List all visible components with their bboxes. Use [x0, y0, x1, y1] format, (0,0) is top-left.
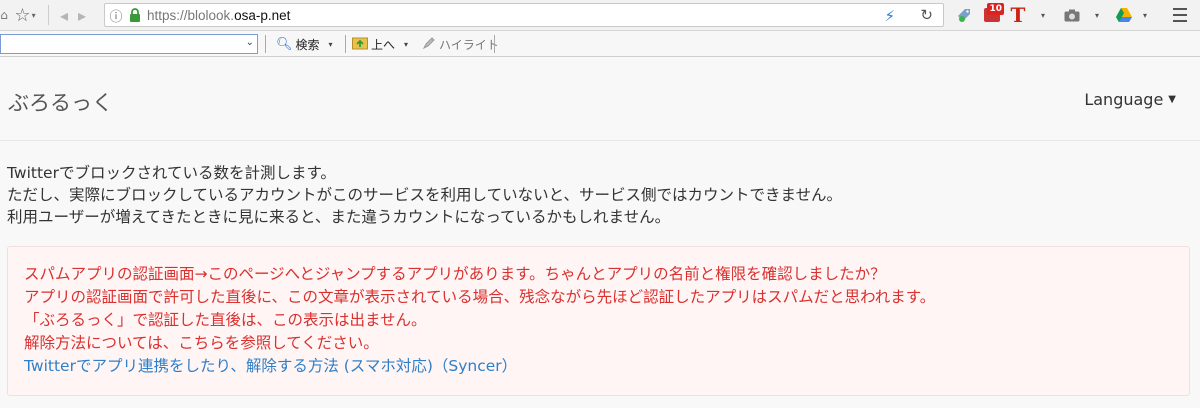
reload-icon[interactable]: ↻: [920, 6, 933, 24]
lock-icon[interactable]: [127, 7, 143, 23]
alert-line: 解除方法については、こちらを参照してください。: [24, 334, 379, 352]
chevron-down-icon[interactable]: ⌄: [246, 37, 254, 48]
bookmark-star-icon[interactable]: ☆ ▾: [8, 3, 42, 27]
intro-line: Twitterでブロックされている数を計測します。: [7, 164, 336, 182]
back-arrow-icon[interactable]: ◂: [55, 3, 73, 27]
language-dropdown[interactable]: Language ▼: [1084, 90, 1176, 109]
extension-t-icon[interactable]: T: [1008, 3, 1028, 27]
toolbar-divider: [345, 35, 346, 53]
lightning-icon[interactable]: ⚡: [884, 7, 895, 25]
alert-line: 「ぶろるっく」で認証した直後は、この表示は出ません。: [24, 311, 427, 329]
home-icon[interactable]: ⌂: [0, 3, 8, 27]
alert-line: スパムアプリの認証画面→このページへとジャンプするアプリがあります。ちゃんとアプ…: [24, 265, 886, 283]
extension-count-badge: 10: [987, 3, 1004, 15]
syncer-help-link[interactable]: Twitterでアプリ連携をしたり、解除する方法 (スマホ対応)（Syncer）: [24, 355, 1173, 378]
site-header: ぶろるっく Language ▼: [0, 57, 1200, 141]
browser-navbar: ⌂ ☆ ▾ ◂ ▸ ⓘ https://blolook.osa-p.net ⚡ ↻…: [0, 0, 1200, 31]
extension-badge-icon[interactable]: 10: [980, 3, 1004, 26]
url-domain: osa-p.net: [234, 7, 291, 23]
intro-line: 利用ユーザーが増えてきたときに見に来ると、また違うカウントになっているかもしれま…: [7, 208, 671, 226]
search-toolbar: ⌄ 🔍︎ 検索 ▾ 上へ ▾ ハイライト: [0, 31, 1200, 57]
toolbar-search-label: 検索: [295, 38, 320, 52]
language-label: Language: [1084, 90, 1164, 109]
intro-line: ただし、実際にブロックしているアカウントがこのサービスを利用していないと、サービ…: [7, 186, 842, 204]
chevron-down-icon[interactable]: ▾: [1140, 4, 1150, 26]
chevron-down-icon[interactable]: ▾: [404, 40, 408, 49]
camera-icon[interactable]: [1062, 4, 1082, 26]
toolbar-highlight-button[interactable]: ハイライト: [422, 36, 499, 53]
info-icon[interactable]: ⓘ: [105, 6, 127, 25]
extension-tag-icon[interactable]: [954, 4, 974, 26]
spam-warning-alert: スパムアプリの認証画面→このページへとジャンプするアプリがあります。ちゃんとアプ…: [7, 246, 1190, 396]
intro-section: Twitterでブロックされている数を計測します。 ただし、実際にブロックしてい…: [7, 162, 1193, 228]
folder-up-icon: [352, 36, 368, 53]
toolbar-divider: [265, 35, 266, 53]
chevron-down-icon[interactable]: ▾: [329, 40, 333, 49]
toolbar-divider: [494, 35, 495, 53]
url-prefix: https://blolook.: [147, 7, 235, 23]
url-text: https://blolook.osa-p.net: [147, 8, 290, 23]
chevron-down-icon[interactable]: ▾: [1038, 4, 1048, 26]
chevron-down-icon: ▼: [1168, 94, 1176, 105]
highlighter-icon: [422, 36, 436, 53]
toolbar-up-label: 上へ: [371, 38, 396, 52]
address-bar[interactable]: ⓘ https://blolook.osa-p.net ⚡ ↻: [104, 3, 944, 27]
hamburger-menu-icon[interactable]: [1170, 4, 1190, 26]
toolbar-search-input[interactable]: ⌄: [0, 34, 258, 54]
magnifier-icon: 🔍︎: [276, 37, 293, 52]
toolbar-highlight-label: ハイライト: [439, 38, 499, 52]
chevron-down-icon[interactable]: ▾: [1092, 4, 1102, 26]
chevron-down-icon: ▾: [31, 10, 36, 20]
drive-icon[interactable]: [1114, 4, 1134, 26]
alert-line: アプリの認証画面で許可した直後に、この文章が表示されている場合、残念ながら先ほど…: [24, 288, 936, 306]
forward-arrow-icon[interactable]: ▸: [73, 3, 91, 27]
site-brand[interactable]: ぶろるっく: [8, 87, 113, 117]
toolbar-search-button[interactable]: 🔍︎ 検索 ▾: [276, 36, 333, 53]
nav-divider: [48, 5, 49, 25]
toolbar-up-button[interactable]: 上へ ▾: [352, 36, 408, 53]
